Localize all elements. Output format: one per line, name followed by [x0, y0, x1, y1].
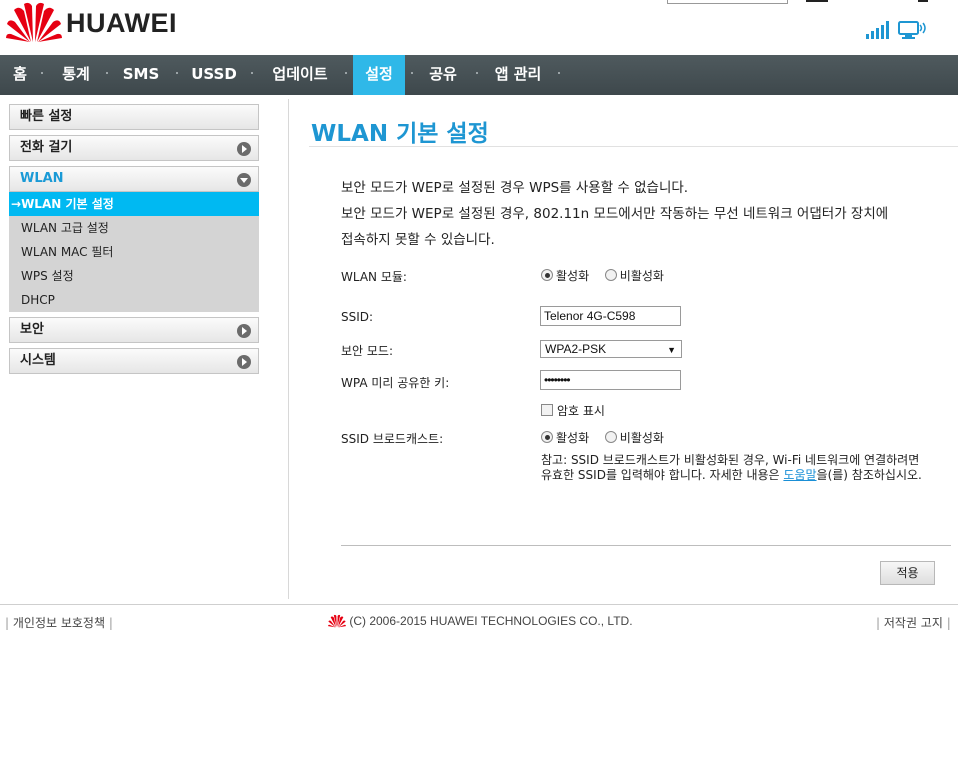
sidebar-subitem-dhcp[interactable]: DHCP: [9, 288, 259, 312]
help-link[interactable]: 도움말: [783, 468, 816, 482]
nav-ussd[interactable]: USSD: [186, 55, 242, 95]
checkbox-label: 암호 표시: [557, 404, 605, 418]
nav-statistics[interactable]: 통계: [54, 55, 98, 95]
sidebar: 빠른 설정 전화 걸기 WLAN →WLAN 기본 설정 WLAN 고급 설정 …: [9, 104, 259, 379]
copyright-notice-link[interactable]: 저작권 고지: [884, 616, 943, 630]
security-mode-label: 보안 모드:: [341, 344, 394, 358]
sidebar-subitem-wlan-mac-filter[interactable]: WLAN MAC 필터: [9, 240, 259, 264]
header: HUAWEI: [0, 0, 958, 55]
sidebar-item-label: 보안: [20, 322, 44, 337]
radio-label: 활성화: [556, 269, 590, 283]
login-link[interactable]: [806, 0, 828, 2]
ssid-broadcast-label: SSID 브로드캐스트:: [341, 432, 444, 446]
nav-share[interactable]: 공유: [421, 55, 465, 95]
sidebar-item-label: WLAN: [20, 171, 64, 186]
sidebar-item-label: 전화 걸기: [20, 140, 73, 155]
footer-divider: [0, 604, 958, 605]
info-note: 보안 모드가 WEP로 설정된 경우 WPS를 사용할 수 없습니다.: [341, 180, 689, 196]
footer-privacy: | 개인정보 보호정책 |: [5, 616, 113, 630]
nav-separator: [411, 72, 413, 74]
huawei-logo-icon: [6, 2, 62, 43]
sidebar-subitem-label: WLAN 기본 설정: [21, 197, 114, 211]
chevron-right-icon: [237, 355, 251, 369]
show-password-checkbox[interactable]: [541, 404, 553, 416]
select-value: WPA2-PSK: [545, 342, 607, 356]
apply-button[interactable]: 적용: [880, 561, 935, 585]
nav-separator: [345, 72, 347, 74]
sidebar-item-wlan[interactable]: WLAN: [9, 166, 259, 192]
ssid-broadcast-disable-radio[interactable]: [604, 431, 617, 443]
ssid-input[interactable]: Telenor 4G-C598: [540, 306, 681, 326]
wlan-module-enable-radio[interactable]: [541, 269, 553, 281]
wlan-module-radio-group: 활성화 비활성화: [541, 267, 664, 284]
sidebar-item-label: 빠른 설정: [20, 109, 73, 124]
form-divider: [341, 545, 951, 546]
footer-copyright-notice: | 저작권 고지 |: [876, 616, 951, 630]
signal-strength-icon: [866, 21, 889, 39]
wlan-module-label: WLAN 모듈:: [341, 270, 407, 284]
language-select[interactable]: [667, 0, 788, 4]
sidebar-subitem-wlan-advanced[interactable]: WLAN 고급 설정: [9, 216, 259, 240]
privacy-policy-link[interactable]: 개인정보 보호정책: [13, 616, 105, 630]
nav-separator: [558, 72, 560, 74]
sidebar-item-label: 시스템: [20, 353, 56, 368]
page-title: WLAN 기본 설정: [311, 121, 489, 147]
info-note: 보안 모드가 WEP로 설정된 경우, 802.11n 모드에서만 작동하는 무…: [341, 206, 889, 222]
nav-sms[interactable]: SMS: [118, 55, 164, 95]
wlan-submenu: →WLAN 기본 설정 WLAN 고급 설정 WLAN MAC 필터 WPS 설…: [9, 192, 259, 312]
radio-label: 비활성화: [619, 431, 664, 445]
nav-separator: [251, 72, 253, 74]
info-note: 접속하지 못할 수 있습니다.: [341, 232, 495, 248]
content-divider: [288, 99, 289, 599]
title-divider: [309, 146, 958, 147]
nav-separator: [41, 72, 43, 74]
show-password-row: 암호 표시: [541, 402, 605, 419]
nav-separator: [176, 72, 178, 74]
radio-label: 비활성화: [619, 269, 664, 283]
nav-app-management[interactable]: 앱 관리: [486, 55, 550, 95]
dropdown-arrow-icon: ▼: [667, 345, 676, 355]
ssid-label: SSID:: [341, 310, 374, 324]
radio-label: 활성화: [556, 431, 590, 445]
ssid-broadcast-note: 참고: SSID 브로드캐스트가 비활성화된 경우, Wi-Fi 네트워크에 연…: [541, 453, 931, 483]
nav-settings[interactable]: 설정: [353, 55, 405, 95]
copyright-text: (C) 2006-2015 HUAWEI TECHNOLOGIES CO., L…: [349, 614, 633, 628]
wpa-key-input[interactable]: ••••••••: [540, 370, 681, 390]
sidebar-item-dial[interactable]: 전화 걸기: [9, 135, 259, 161]
huawei-logo-icon: [328, 614, 346, 628]
chevron-right-icon: [237, 142, 251, 156]
help-link[interactable]: [918, 0, 928, 2]
footer-copyright: (C) 2006-2015 HUAWEI TECHNOLOGIES CO., L…: [328, 614, 633, 628]
main-nav: 홈 통계 SMS USSD 업데이트 설정 공유 앱 관리: [0, 55, 958, 95]
wlan-module-disable-radio[interactable]: [604, 269, 617, 281]
ssid-broadcast-enable-radio[interactable]: [541, 431, 553, 443]
sidebar-subitem-wlan-basic[interactable]: →WLAN 기본 설정: [9, 192, 259, 216]
status-icons: [866, 20, 928, 40]
ssid-broadcast-radio-group: 활성화 비활성화: [541, 429, 664, 446]
nav-separator: [106, 72, 108, 74]
chevron-down-icon: [237, 173, 251, 187]
sidebar-item-security[interactable]: 보안: [9, 317, 259, 343]
chevron-right-icon: [237, 324, 251, 338]
sidebar-item-quick-setup[interactable]: 빠른 설정: [9, 104, 259, 130]
security-mode-select[interactable]: WPA2-PSK ▼: [540, 340, 682, 358]
nav-update[interactable]: 업데이트: [262, 55, 338, 95]
monitor-connection-icon: [898, 21, 926, 39]
wpa-key-label: WPA 미리 공유한 키:: [341, 376, 450, 390]
arrow-right-icon: →: [11, 197, 22, 211]
brand-name: HUAWEI: [66, 8, 177, 38]
nav-home[interactable]: 홈: [6, 55, 34, 95]
sidebar-item-system[interactable]: 시스템: [9, 348, 259, 374]
nav-separator: [476, 72, 478, 74]
sidebar-subitem-wps[interactable]: WPS 설정: [9, 264, 259, 288]
note-text: 을(를) 참조하십시오.: [816, 468, 922, 482]
